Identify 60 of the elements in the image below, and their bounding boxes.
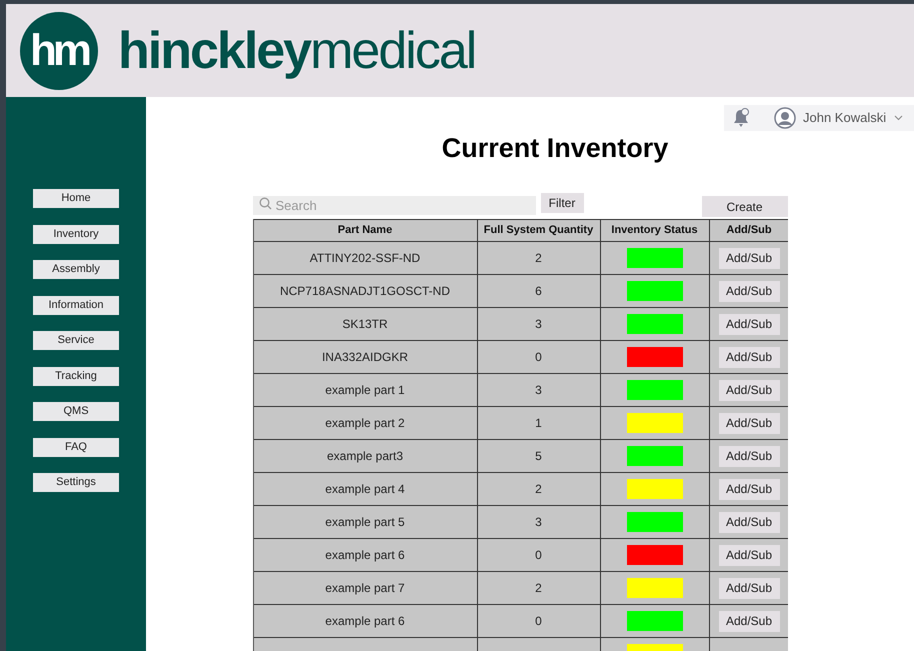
table-cell-text: 6 [535,283,542,300]
nav-button[interactable]: Tracking [33,366,119,386]
add-sub-button[interactable]: Add/Sub [718,314,780,334]
table-cell-text: 3 [535,514,542,531]
nav-button[interactable]: Inventory [33,224,119,244]
nav-button[interactable]: Information [33,296,119,314]
logo-text: hinckleymedical [118,24,476,76]
search-field[interactable]: Search [252,196,536,215]
table-cell-text: 0 [535,547,542,564]
column-header: Inventory Status [600,220,708,241]
add-sub-button[interactable]: Add/Sub [718,346,780,368]
table-cell-text: example part3 [326,448,404,465]
table-cell-text: 2 [535,481,542,498]
logo-mark: hm [20,12,98,90]
table-cell-text: example part 6 [325,547,405,564]
table-cell-text: 0 [535,613,542,630]
column-header: Add/Sub [708,220,788,241]
table-cell-text: 1 [535,415,542,432]
add-sub-button[interactable]: Add/Sub [718,446,780,466]
add-sub-button[interactable]: Add/Sub [718,478,780,500]
add-sub-button[interactable]: Add/Sub [718,610,780,632]
nav-button[interactable]: Home [33,189,119,208]
add-sub-button[interactable]: Add/Sub [718,280,780,302]
table-cell-text: example part 1 [325,382,405,399]
add-sub-button[interactable]: Add/Sub [718,544,780,566]
page-title: Current Inventory [442,135,668,162]
user-name[interactable]: John Kowalski [803,108,886,128]
nav-button[interactable]: Service [33,331,119,350]
table-cell-text: 3 [535,316,542,333]
notification-bell-icon[interactable] [732,108,750,128]
nav-button[interactable]: Assembly [33,260,119,279]
add-sub-button[interactable]: Add/Sub [718,248,780,268]
chevron-down-icon[interactable] [894,115,904,121]
table-cell-text: 5 [535,448,542,465]
table-cell-text: example part 2 [325,415,405,432]
table-cell-text: ATTINY202-SSF-ND [310,250,420,267]
table-cell-text: example part 6 [325,613,405,630]
filter-button[interactable]: Filter [540,193,584,213]
nav-button[interactable]: Settings [33,473,119,492]
table-cell-text: 2 [535,580,542,597]
table-cell-text: INA332AIDGKR [322,349,408,366]
nav-button[interactable]: FAQ [33,438,119,456]
add-sub-button[interactable]: Add/Sub [718,512,780,532]
add-sub-button[interactable]: Add/Sub [718,412,780,434]
add-sub-button[interactable]: Add/Sub [718,578,780,598]
table-cell-text: NCP718ASNADJT1GOSCT-ND [280,283,450,300]
create-button[interactable]: Create [702,196,788,217]
nav-button[interactable]: QMS [33,402,119,421]
table-cell-text: 2 [535,250,542,267]
table-cell-text: example part 7 [325,580,405,597]
table-cell-text: example part 5 [325,514,405,531]
table-cell-text: example part 4 [325,481,405,498]
column-header: Part Name [336,223,394,238]
table-cell-text: 3 [535,382,542,399]
column-header: Full System Quantity [476,220,600,241]
table-cell-text: SK13TR [342,316,388,333]
add-sub-button[interactable]: Add/Sub [718,380,780,400]
search-icon [258,197,272,210]
table-cell-text: 0 [535,349,542,366]
avatar-icon[interactable] [774,107,796,129]
